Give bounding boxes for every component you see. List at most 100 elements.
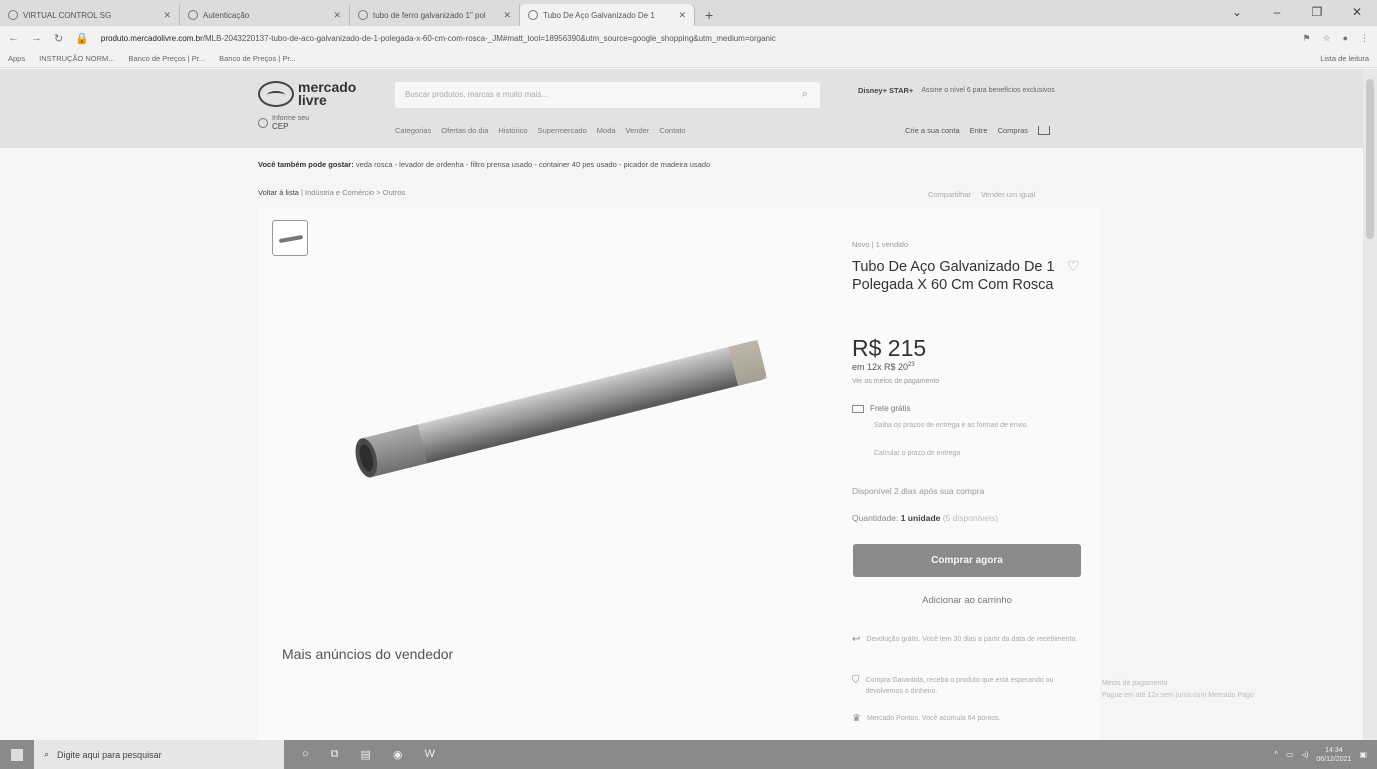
login-link[interactable]: Entre	[970, 126, 988, 135]
search-icon: ⌕	[44, 749, 50, 759]
browser-tab-active[interactable]: Tubo De Aço Galvanizado De 1 ✕	[520, 4, 695, 26]
browser-tab[interactable]: Autenticação ✕	[180, 4, 350, 26]
product-thumbnail[interactable]	[272, 220, 308, 256]
location-pin-icon	[258, 118, 268, 128]
reading-list-button[interactable]: Lista de leitura	[1320, 54, 1369, 63]
address-bar-actions: ⚑ ☆ ● ⋮	[1302, 33, 1369, 44]
sell-similar-link[interactable]: Vender um igual	[981, 190, 1035, 199]
task-view-icon[interactable]: ⧉	[331, 748, 339, 761]
buy-now-button[interactable]: Comprar agora	[853, 544, 1081, 577]
volume-icon[interactable]: ◃)	[1302, 750, 1309, 759]
cortana-icon[interactable]: ○	[302, 748, 309, 761]
share-link[interactable]: Compartilhar	[928, 190, 971, 199]
window-controls: ⌄ – ❐ ✕	[1217, 0, 1377, 26]
close-icon[interactable]: ✕	[503, 10, 511, 21]
search-icon[interactable]: ⌕	[802, 88, 808, 101]
back-arrow-icon[interactable]: ←	[8, 32, 19, 44]
profile-icon[interactable]: ●	[1343, 33, 1348, 44]
browser-tab[interactable]: VIRTUAL CONTROL SG ✕	[0, 4, 180, 26]
site-header: mercado livre Buscar produtos, marcas e …	[0, 69, 1377, 148]
notification-icon[interactable]: ▣	[1359, 750, 1367, 759]
return-arrow-icon: ↩	[852, 634, 861, 645]
installments: em 12x R$ 2023	[852, 362, 915, 372]
tray-chevron-icon[interactable]: ^	[1274, 750, 1278, 759]
promo-banner[interactable]: Disney+ STAR+ Assine o nível 6 para bene…	[858, 86, 1055, 95]
purchases-link[interactable]: Compras	[998, 126, 1028, 135]
suggestions-bar: Você também pode gostar: veda rosca - le…	[258, 160, 711, 169]
back-to-list-link[interactable]: Voltar à lista	[258, 188, 299, 197]
nav-historico[interactable]: Histórico	[498, 126, 527, 135]
product-price: R$ 215	[852, 335, 927, 361]
payment-methods-box: Meios de pagamento Pague em até 12x sem …	[1102, 680, 1254, 699]
nav-moda[interactable]: Moda	[597, 126, 616, 135]
site-favicon-icon	[8, 10, 18, 20]
menu-icon[interactable]: ⋮	[1360, 33, 1369, 44]
bookmark-item[interactable]: Banco de Preços | Pr...	[219, 54, 296, 63]
clock[interactable]: 14:34 06/12/2021	[1316, 746, 1351, 764]
promo-text: Assine o nível 6 para benefícios exclusi…	[921, 87, 1055, 94]
search-input[interactable]: Buscar produtos, marcas e muito mais... …	[395, 82, 820, 108]
add-to-cart-button[interactable]: Adicionar ao carrinho	[853, 588, 1081, 612]
cep-selector[interactable]: Informe seu CEP	[258, 115, 309, 131]
promo-brand: Disney+ STAR+	[858, 86, 914, 95]
shipping-details-link[interactable]: Saiba os prazos de entrega e as formas d…	[874, 420, 1074, 431]
share-links: Compartilhar Vender um igual	[928, 190, 1035, 199]
close-window-icon[interactable]: ✕	[1337, 0, 1377, 26]
calculate-shipping-link[interactable]: Calcular o prazo de entrega	[874, 450, 960, 457]
scrollbar-thumb[interactable]	[1366, 79, 1374, 239]
url-input[interactable]: produto.mercadolivre.com.br/MLB-20432201…	[101, 34, 1290, 43]
taskbar-search-input[interactable]: ⌕ Digite aqui para pesquisar	[34, 740, 284, 769]
windows-taskbar: ⌕ Digite aqui para pesquisar ○ ⧉ ▤ ◉ W ^…	[0, 740, 1377, 769]
forward-arrow-icon[interactable]: →	[31, 32, 42, 44]
user-links: Crie a sua conta Entre Compras	[905, 126, 1050, 135]
star-icon[interactable]: ☆	[1322, 33, 1330, 44]
bookmark-item[interactable]: INSTRUÇÃO NORM...	[39, 54, 114, 63]
file-explorer-icon[interactable]: ▤	[361, 748, 371, 761]
suggestion-links[interactable]: veda rosca - levador de ordenha - filtro…	[356, 160, 710, 169]
nav-vender[interactable]: Vender	[626, 126, 650, 135]
minimize-icon[interactable]: –	[1257, 0, 1297, 26]
nav-supermercado[interactable]: Supermercado	[538, 126, 587, 135]
lock-icon[interactable]: 🔒	[75, 32, 89, 45]
system-tray: ^ ▭ ◃) 14:34 06/12/2021 ▣	[1274, 746, 1377, 764]
nav-categorias[interactable]: Categorias	[395, 126, 431, 135]
tab-search-icon[interactable]: ⌄	[1217, 0, 1257, 26]
page-scrollbar[interactable]	[1363, 69, 1377, 740]
network-icon[interactable]: ▭	[1286, 750, 1294, 759]
bookmark-apps[interactable]: Apps	[8, 54, 25, 63]
product-image[interactable]	[338, 328, 778, 488]
mercadolivre-logo[interactable]: mercado livre	[258, 80, 356, 107]
perk-return: ↩ Devolução grátis. Você tem 30 dias a p…	[852, 634, 1078, 645]
windows-logo-icon	[11, 748, 23, 761]
taskbar-apps: ○ ⧉ ▤ ◉ W	[302, 748, 435, 761]
category-path-link[interactable]: Indústria e Comércio > Outros	[305, 188, 405, 197]
site-favicon-icon	[188, 10, 198, 20]
perk-points: ♛ Mercado Pontos. Você acumula 64 pontos…	[852, 713, 1001, 724]
maximize-icon[interactable]: ❐	[1297, 0, 1337, 26]
word-icon[interactable]: W	[425, 748, 435, 761]
more-from-seller-heading: Mais anúncios do vendedor	[282, 646, 454, 662]
bookmark-item[interactable]: Banco de Preços | Pr...	[129, 54, 206, 63]
heart-icon[interactable]: ♡	[1067, 258, 1080, 275]
chrome-icon[interactable]: ◉	[393, 748, 403, 761]
tab-title: Tubo De Aço Galvanizado De 1	[543, 10, 655, 20]
windows-start-button[interactable]	[0, 740, 34, 769]
reload-icon[interactable]: ↻	[54, 32, 63, 45]
cart-icon[interactable]	[1038, 126, 1050, 135]
close-icon[interactable]: ✕	[163, 10, 171, 21]
translate-icon[interactable]: ⚑	[1302, 33, 1310, 44]
nav-ofertas[interactable]: Ofertas do dia	[441, 126, 488, 135]
site-nav: Categorias Ofertas do dia Histórico Supe…	[395, 126, 686, 135]
product-title: Tubo De Aço Galvanizado De 1 Polegada X …	[852, 259, 1055, 293]
quantity-selector[interactable]: Quantidade: 1 unidade (5 disponíveis)	[852, 513, 998, 523]
nav-contato[interactable]: Contato	[659, 126, 685, 135]
product-condition: Novo | 1 vendido	[852, 240, 909, 249]
shield-icon: ⛉	[852, 675, 860, 686]
close-icon[interactable]: ✕	[678, 10, 686, 21]
close-icon[interactable]: ✕	[333, 10, 341, 21]
new-tab-button[interactable]: +	[695, 4, 723, 26]
payment-methods-link[interactable]: Ver os meios de pagamento	[852, 378, 939, 385]
create-account-link[interactable]: Crie a sua conta	[905, 126, 960, 135]
tab-title: tubo de ferro galvanizado 1" pol	[373, 10, 486, 20]
browser-tab[interactable]: tubo de ferro galvanizado 1" pol ✕	[350, 4, 520, 26]
